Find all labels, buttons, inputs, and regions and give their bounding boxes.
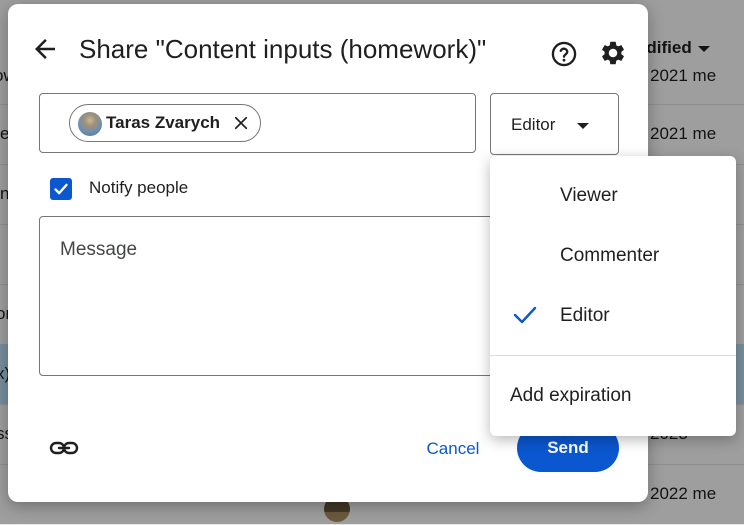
message-placeholder: Message — [60, 239, 138, 260]
gear-icon — [602, 41, 624, 65]
menu-item-label: Viewer — [560, 185, 618, 206]
back-button[interactable] — [30, 34, 60, 64]
notify-label: Notify people — [89, 178, 189, 197]
notify-checkbox[interactable] — [50, 178, 72, 200]
menu-item-label: Commenter — [560, 245, 660, 266]
message-input[interactable]: Message — [39, 216, 519, 376]
copy-link-button[interactable] — [48, 434, 80, 462]
add-people-input[interactable]: Taras Zvarych — [39, 93, 476, 153]
menu-item-viewer[interactable]: Viewer — [490, 166, 736, 226]
menu-item-editor[interactable]: Editor — [490, 286, 736, 346]
menu-item-label: Editor — [560, 305, 610, 326]
check-icon — [513, 306, 537, 324]
dialog-title: Share "Content inputs (homework)" — [79, 34, 487, 64]
menu-item-commenter[interactable]: Commenter — [490, 226, 736, 286]
settings-button[interactable] — [599, 39, 629, 69]
arrow-left-icon — [35, 39, 55, 59]
role-menu: Viewer Commenter Editor Add expiration — [490, 156, 736, 436]
add-expiration-item[interactable]: Add expiration — [490, 367, 736, 417]
help-circle-icon — [551, 41, 577, 67]
remove-recipient-button[interactable] — [232, 114, 250, 132]
recipient-name: Taras Zvarych — [106, 113, 221, 132]
cancel-button[interactable]: Cancel — [408, 429, 498, 469]
link-icon — [49, 441, 79, 455]
role-label: Editor — [511, 115, 556, 134]
avatar — [78, 112, 102, 136]
checkmark-icon — [54, 183, 68, 195]
close-icon — [234, 116, 248, 130]
role-dropdown[interactable]: Editor — [490, 93, 619, 155]
add-expiration-label: Add expiration — [510, 385, 632, 406]
chevron-down-icon — [577, 123, 589, 129]
menu-divider — [490, 355, 736, 356]
help-button[interactable] — [550, 40, 578, 68]
recipient-chip[interactable]: Taras Zvarych — [69, 104, 262, 142]
